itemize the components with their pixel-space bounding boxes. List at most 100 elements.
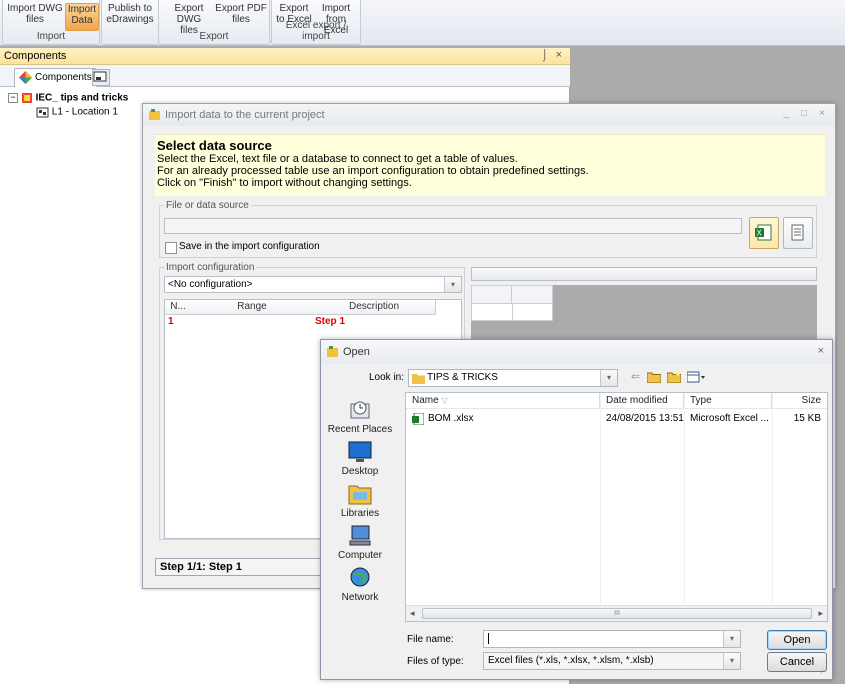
tree-child[interactable]: L1 - Location 1 — [36, 106, 118, 118]
place-label: Libraries — [340, 508, 380, 519]
place-network[interactable]: Network — [325, 566, 395, 603]
open-file-dialog: Open × Look in: TIPS & TRICKS ▾ ⇐ Recent… — [320, 339, 833, 680]
import-desc-line-3: Click on "Finish" to import without chan… — [157, 177, 412, 189]
open-dialog-titlebar: Open × — [321, 340, 832, 364]
place-desktop[interactable]: Desktop — [325, 440, 395, 477]
grid-header-n[interactable]: N... — [165, 300, 192, 315]
components-tabs: Components — [0, 65, 570, 87]
tab-second[interactable] — [92, 69, 110, 86]
export-dwg-button[interactable]: Export DWG files — [161, 3, 217, 36]
config-select-value: <No configuration> — [168, 279, 253, 290]
open-dialog-title: Open — [343, 346, 370, 358]
minimize-icon[interactable]: _ — [783, 108, 789, 119]
column-type[interactable]: Type — [684, 393, 772, 409]
file-list-view: Name ▽ Date modified Type Size BOM .xlsx… — [405, 392, 828, 622]
svg-text:X: X — [757, 229, 763, 238]
browse-database-button[interactable] — [783, 217, 813, 249]
components-panel-header: Components ⌡ × — [0, 48, 570, 65]
file-size: 15 KB — [793, 413, 821, 424]
place-label: Network — [341, 592, 379, 603]
browse-excel-button[interactable]: X — [749, 217, 779, 249]
close-icon[interactable]: × — [819, 108, 825, 119]
desktop-icon — [348, 441, 372, 462]
network-icon — [350, 567, 370, 587]
column-size[interactable]: Size — [772, 393, 827, 409]
import-data-button[interactable]: Import Data — [65, 3, 99, 31]
import-desc-line-2: For an already processed table use an im… — [157, 165, 589, 177]
document-icon — [791, 224, 804, 241]
place-computer[interactable]: Computer — [325, 524, 395, 561]
publish-edrawings-button[interactable]: Publish to eDrawings — [105, 3, 155, 29]
place-label: Desktop — [341, 466, 379, 477]
file-name-input[interactable]: ▾ — [483, 630, 741, 648]
file-type-value: Excel files (*.xls, *.xlsx, *.xlsm, *.xl… — [488, 655, 654, 666]
file-type: Microsoft Excel ... — [690, 413, 769, 424]
chevron-down-icon[interactable]: ▾ — [444, 277, 461, 292]
computer-icon — [349, 525, 371, 546]
import-dwg-button[interactable]: Import DWG files — [6, 3, 64, 29]
file-source-legend: File or data source — [166, 200, 249, 211]
export-pdf-button[interactable]: Export PDF files — [215, 3, 267, 29]
scroll-left-icon[interactable]: ◂ — [410, 608, 415, 619]
import-dialog-header: Select data source Select the Excel, tex… — [155, 134, 825, 196]
chevron-down-icon[interactable]: ▾ — [723, 653, 740, 669]
chevron-down-icon[interactable]: ▾ — [723, 631, 740, 647]
excel-file-icon — [412, 413, 424, 425]
save-config-label: Save in the import configuration — [179, 241, 320, 252]
expand-icon[interactable]: − — [8, 93, 18, 103]
text-caret — [488, 633, 489, 644]
horizontal-scrollbar[interactable]: ◂ III ▸ — [406, 605, 827, 621]
file-type-label: Files of type: — [407, 656, 464, 667]
project-name: IEC_ tips and tricks — [35, 92, 129, 104]
file-date: 24/08/2015 13:51 — [606, 413, 684, 424]
tab-components[interactable]: Components — [14, 68, 97, 87]
chevron-down-icon[interactable]: ▾ — [600, 370, 617, 386]
import-desc-line-1: Select the Excel, text file or a databas… — [157, 153, 518, 165]
location-icon — [36, 107, 49, 118]
ribbon-group-label: Import — [36, 31, 66, 42]
file-source-input[interactable] — [164, 218, 742, 234]
file-name: BOM .xlsx — [428, 413, 474, 424]
sort-icon: ▽ — [441, 396, 448, 405]
preview-header-bar — [471, 267, 817, 281]
app-icon — [149, 109, 160, 120]
ribbon-group-label: Excel export / import — [285, 20, 347, 42]
recent-places-icon — [350, 401, 370, 419]
cancel-button[interactable]: Cancel — [767, 652, 827, 672]
pin-icon[interactable]: ⌡ — [541, 49, 548, 61]
close-icon[interactable]: × — [556, 49, 562, 61]
layout-icon — [93, 71, 107, 82]
file-type-select[interactable]: Excel files (*.xls, *.xlsx, *.xlsm, *.xl… — [483, 652, 741, 670]
grid-row-n[interactable]: 1 — [168, 316, 174, 327]
ribbon-group-export: Export DWG files Export PDF files Export — [158, 0, 270, 45]
file-row[interactable]: BOM .xlsx 24/08/2015 13:51 Microsoft Exc… — [406, 411, 827, 427]
config-select[interactable]: <No configuration> ▾ — [164, 276, 462, 293]
scroll-thumb[interactable]: III — [422, 608, 812, 619]
grid-row-desc[interactable]: Step 1 — [315, 316, 345, 327]
back-arrow-icon[interactable]: ⇐ — [631, 371, 640, 383]
grid-header-description[interactable]: Description — [313, 300, 436, 315]
open-button[interactable]: Open — [767, 630, 827, 650]
scroll-right-icon[interactable]: ▸ — [818, 608, 823, 619]
libraries-icon — [348, 485, 372, 505]
close-icon[interactable]: × — [818, 345, 824, 357]
grid-header-range[interactable]: Range — [191, 300, 314, 315]
column-date-modified[interactable]: Date modified — [600, 393, 684, 409]
place-recent[interactable]: Recent Places — [325, 398, 395, 435]
new-folder-icon[interactable] — [666, 371, 682, 384]
column-name[interactable]: Name ▽ — [406, 393, 600, 409]
file-list-header: Name ▽ Date modified Type Size — [406, 393, 827, 409]
ribbon-group-excel: Export to Excel Import from Excel Excel … — [271, 0, 361, 45]
maximize-icon[interactable]: □ — [801, 108, 807, 119]
tree-root[interactable]: − IEC_ tips and tricks — [8, 92, 128, 104]
view-menu-icon[interactable] — [686, 371, 706, 383]
up-folder-icon[interactable] — [646, 371, 662, 384]
tab-label: Components — [35, 72, 92, 83]
file-name-label: File name: — [407, 634, 454, 645]
place-label: Computer — [338, 550, 382, 561]
save-config-checkbox[interactable] — [165, 242, 177, 254]
folder-toolbar: ⇐ — [631, 370, 741, 386]
look-in-select[interactable]: TIPS & TRICKS ▾ — [408, 369, 618, 387]
place-libraries[interactable]: Libraries — [325, 482, 395, 519]
resize-grip-icon[interactable]: ⋰ — [820, 667, 830, 677]
